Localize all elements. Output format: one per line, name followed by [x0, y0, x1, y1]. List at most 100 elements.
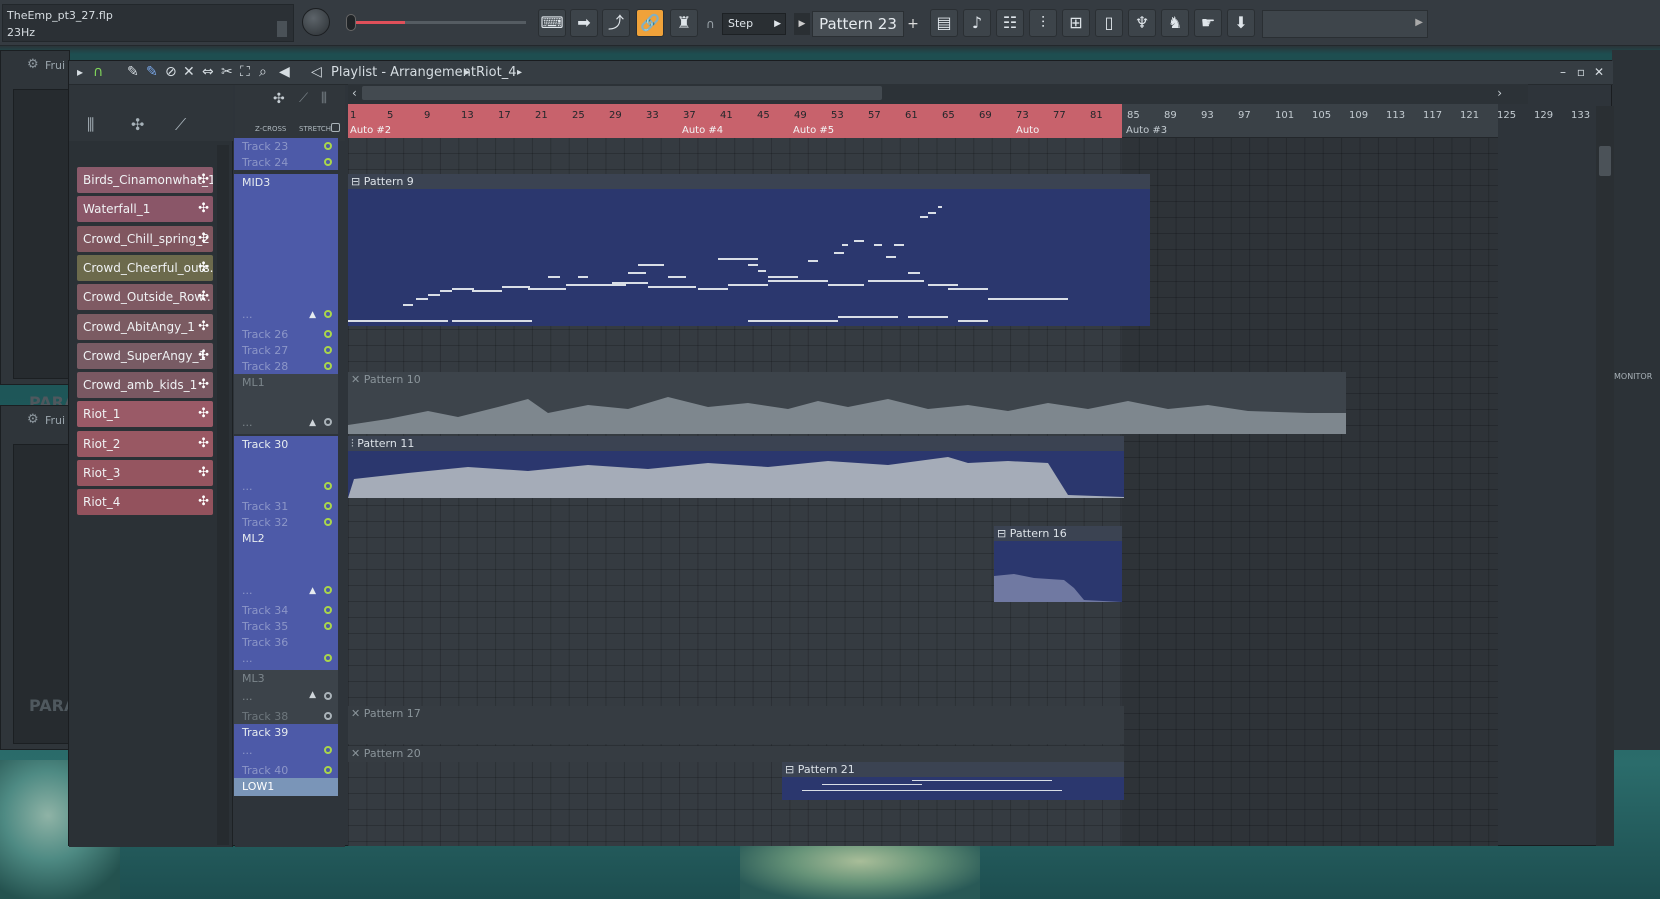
pattern-clip[interactable]: ⫶ Pattern 11 — [348, 436, 1124, 498]
automation-clip-label[interactable]: Auto #3 — [1126, 125, 1167, 136]
picker-scrollbar[interactable] — [217, 145, 229, 845]
chevron-left-icon[interactable]: ‹ — [352, 86, 357, 100]
track-row[interactable]: Track 35 — [234, 618, 338, 634]
piano-icon[interactable]: ⫼ — [87, 115, 94, 135]
clip-item[interactable]: Crowd_Cheerful_outs.. ✣ — [77, 254, 213, 281]
render-icon[interactable]: ⬇ — [1227, 9, 1255, 37]
hand-icon[interactable]: ☛ — [1194, 9, 1222, 37]
clip-item[interactable]: Crowd_amb_kids_1 ✣ — [77, 372, 213, 399]
pattern-clip[interactable]: ⊟ Pattern 16 — [994, 526, 1122, 602]
track-row[interactable]: Track 27 — [234, 342, 338, 358]
arrow-right-icon[interactable]: ➡ — [570, 9, 598, 37]
audio-clip-icon[interactable]: ✣ — [131, 115, 144, 134]
automation-icon[interactable]: ⟋ — [299, 91, 308, 106]
brush-icon[interactable]: ✎ — [146, 64, 158, 80]
track-row[interactable]: ML1 ... ▲ — [234, 374, 338, 434]
track-enable-toggle[interactable] — [324, 158, 332, 166]
breadcrumb-menu-icon[interactable]: ▸ — [517, 67, 522, 78]
clip-item[interactable]: Riot_1 ✣ — [77, 401, 213, 428]
track-enable-toggle[interactable] — [324, 692, 332, 700]
automation-clip-label[interactable]: Auto #2 — [350, 125, 391, 136]
metronome-icon[interactable]: ♜ — [670, 9, 698, 37]
pattern-selector[interactable]: Pattern 23 — [812, 11, 904, 37]
clip-item[interactable]: Crowd_Outside_Row.. ✣ — [77, 284, 213, 311]
track-row[interactable]: Track 32 — [234, 514, 338, 530]
speaker-icon[interactable]: ◁ — [311, 64, 322, 80]
clip-item[interactable]: Birds_Cinamonwhat_1 ✣ — [77, 167, 213, 193]
stretch-toggle[interactable] — [331, 123, 340, 132]
chevron-right-icon[interactable]: › — [1497, 86, 1502, 100]
track-row[interactable]: Track 31 — [234, 498, 338, 514]
select-icon[interactable]: ⛶ — [240, 64, 250, 80]
browser-icon[interactable]: ⊞ — [1062, 9, 1090, 37]
snap-select[interactable]: Step ▶ — [722, 13, 786, 35]
pattern-clip[interactable]: ⊟ Pattern 21 — [782, 762, 1124, 800]
track-row[interactable]: Track 23 — [234, 138, 338, 154]
track-enable-toggle[interactable] — [324, 142, 332, 150]
collapse-icon[interactable]: ▲ — [309, 586, 316, 596]
playlist-title-bar[interactable]: ▸ ∩ ✎ ✎ ⊘ ✕ ⇔ ✂ ⛶ ⌕ ◀ ◁ Playlist - Arran… — [69, 61, 1613, 85]
track-row[interactable]: ML3 ... ▲ — [234, 670, 338, 708]
track-enable-toggle[interactable] — [324, 346, 332, 354]
zoom-icon[interactable]: ⌕ — [259, 64, 267, 80]
piano-icon[interactable]: ⫼ — [321, 91, 327, 106]
mute-icon[interactable]: ✕ — [183, 64, 195, 80]
pattern-clip[interactable]: ⊟ Pattern 9 — [348, 174, 1150, 326]
slider-handle[interactable] — [346, 14, 356, 31]
track-enable-toggle[interactable] — [324, 362, 332, 370]
clip-item[interactable]: Riot_2 ✣ — [77, 430, 213, 457]
channel-rack-icon[interactable]: ☷ — [996, 9, 1024, 37]
magnet-snap-icon[interactable]: ∩ — [93, 64, 103, 80]
pattern-clip[interactable]: ✕ Pattern 17 — [348, 706, 1124, 744]
clip-item[interactable]: Riot_4 ✣ — [77, 489, 213, 516]
pencil-icon[interactable]: ✎ — [127, 64, 139, 80]
collapse-icon[interactable]: ▲ — [309, 418, 316, 428]
collapse-icon[interactable]: ▲ — [309, 690, 316, 700]
track-enable-toggle[interactable] — [324, 330, 332, 338]
piano-roll-icon[interactable]: ♪ — [963, 9, 991, 37]
track-enable-toggle[interactable] — [324, 518, 332, 526]
overview-thumb[interactable] — [362, 86, 882, 100]
link-icon[interactable]: 🔗 — [636, 9, 664, 37]
track-row[interactable]: Track 26 — [234, 326, 338, 342]
panel-scroll-handle[interactable] — [277, 21, 287, 37]
clip-item[interactable]: Waterfall_1 ✣ — [77, 196, 213, 223]
track-row[interactable]: Track 34 — [234, 602, 338, 618]
track-row[interactable]: Track 36 ... — [234, 634, 338, 670]
track-row[interactable]: Track 24 — [234, 154, 338, 170]
clip-item[interactable]: Crowd_Chill_spring_2 ✣ — [77, 225, 213, 252]
pattern-clip[interactable]: ✕ Pattern 20 — [348, 746, 1124, 762]
track-enable-toggle[interactable] — [324, 482, 332, 490]
metronome-curve-icon[interactable]: ⤴ — [602, 9, 630, 37]
pattern-menu-button[interactable]: ▶ — [794, 13, 810, 35]
track-enable-toggle[interactable] — [324, 586, 332, 594]
collapse-icon[interactable]: ▲ — [309, 310, 316, 320]
automation-icon[interactable]: ⟋ — [175, 115, 186, 135]
play-icon[interactable]: ▸ — [77, 65, 83, 79]
track-row[interactable]: Track 40 — [234, 762, 338, 778]
automation-clip-label[interactable]: Auto — [1016, 125, 1039, 136]
audio-wave-icon[interactable]: ✣ — [273, 91, 285, 107]
playlist-overview-strip[interactable]: ‹ › — [348, 84, 1528, 104]
playback-icon[interactable]: ◀ — [279, 64, 290, 80]
track-enable-toggle[interactable] — [324, 622, 332, 630]
playlist-icon[interactable]: ▤ — [930, 9, 958, 37]
breadcrumb-item[interactable]: Riot_4 — [476, 65, 516, 80]
track-enable-toggle[interactable] — [324, 766, 332, 774]
track-enable-toggle[interactable] — [324, 418, 332, 426]
track-enable-toggle[interactable] — [324, 310, 332, 318]
slice-icon[interactable]: ✂ — [221, 64, 233, 80]
clip-item[interactable]: Riot_3 ✣ — [77, 460, 213, 486]
track-row[interactable]: LOW1 — [234, 778, 338, 796]
track-row[interactable]: Track 30 ... — [234, 436, 338, 498]
microphone-icon[interactable]: ♆ — [1128, 9, 1156, 37]
pattern-clip[interactable]: ✕ Pattern 10 — [348, 372, 1346, 434]
close-icon[interactable]: ✕ — [1591, 64, 1607, 80]
delete-icon[interactable]: ⊘ — [165, 64, 177, 80]
clip-item[interactable]: Crowd_AbitAngy_1 ✣ — [77, 313, 213, 340]
add-pattern-button[interactable]: + — [906, 13, 920, 35]
track-enable-toggle[interactable] — [324, 502, 332, 510]
arrangement-grid[interactable]: ⊟ Pattern 9 ✕ Pattern 10 ⫶ Pattern 11 ⊟ … — [348, 138, 1498, 846]
plugin-icon[interactable]: ▯ — [1095, 9, 1123, 37]
track-enable-toggle[interactable] — [324, 746, 332, 754]
